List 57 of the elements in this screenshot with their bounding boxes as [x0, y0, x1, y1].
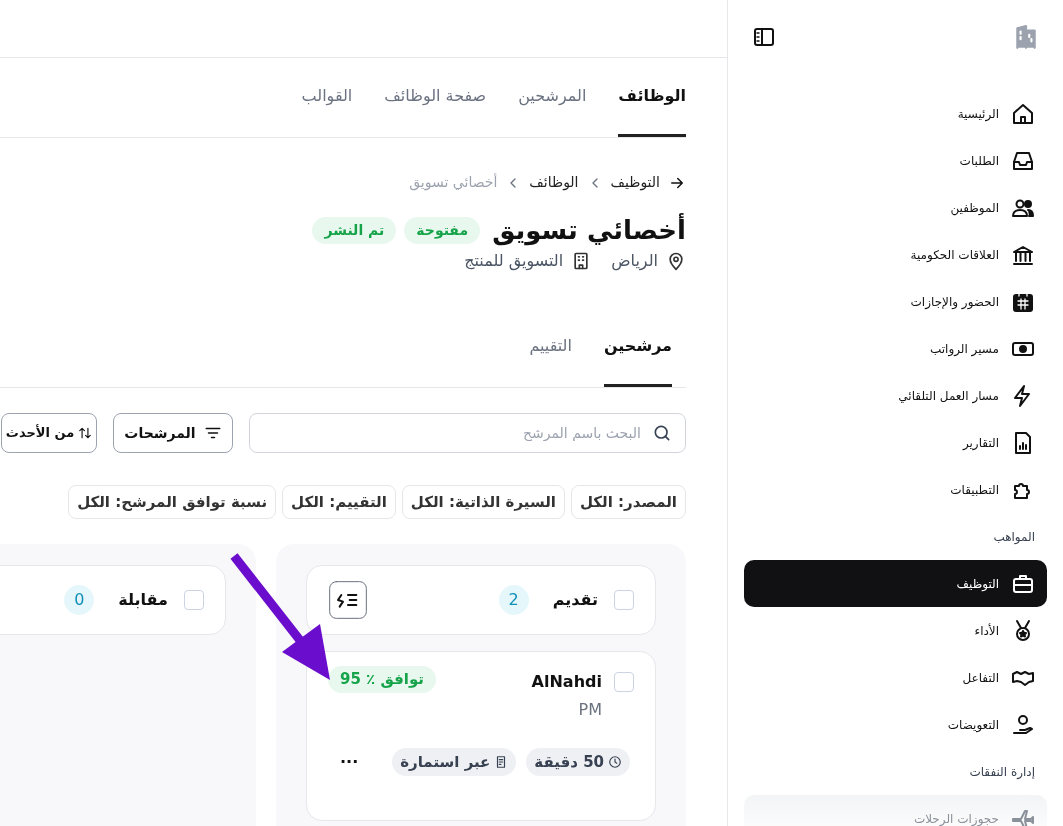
sidebar-toggle-icon: [752, 25, 776, 49]
nav-item[interactable]: التعويضات: [744, 701, 1047, 748]
search-field[interactable]: البحث باسم المرشح: [249, 413, 686, 453]
nav-item[interactable]: التطبيقات: [744, 466, 1047, 513]
more-options-button[interactable]: ...: [340, 750, 359, 774]
nav-item[interactable]: مسار العمل التلقائي: [744, 372, 1047, 419]
clock-icon: [608, 755, 622, 769]
tab[interactable]: المرشحين: [518, 58, 587, 137]
filter-chip[interactable]: نسبة توافق المرشح: الكل: [68, 485, 277, 519]
checkbox[interactable]: [184, 590, 204, 610]
company-logo-icon: [1013, 24, 1039, 50]
home-icon: [1011, 101, 1035, 126]
tab[interactable]: الوظائف: [618, 58, 686, 137]
nav-item[interactable]: مسير الرواتب: [744, 325, 1047, 372]
column-title: تقديم: [552, 589, 598, 611]
nav-item[interactable]: الحضور والإجازات: [744, 278, 1047, 325]
duration-text: 50 دقيقة: [534, 751, 604, 773]
section-heading: المواهب: [992, 528, 1036, 546]
source-text: عبر استمارة: [400, 751, 491, 773]
location-pin-icon: [666, 251, 686, 271]
nav-item[interactable]: التفاعل: [744, 654, 1047, 701]
nav-item[interactable]: العلاقات الحكومية: [744, 231, 1047, 278]
sort-toggle-button[interactable]: [328, 580, 368, 620]
tab[interactable]: القوالب: [301, 58, 353, 137]
filter-chip[interactable]: المصدر: الكل: [570, 485, 686, 519]
nav-item[interactable]: التقارير: [744, 419, 1047, 466]
nav-item[interactable]: الرئيسية: [744, 90, 1047, 137]
job-title: أخصائي تسويق: [492, 213, 686, 247]
sort-icon: [78, 426, 93, 440]
column-title: مقابلة: [118, 589, 168, 611]
filters-button[interactable]: المرشحات: [113, 413, 233, 453]
section-heading: إدارة النفقات: [968, 763, 1036, 781]
match-badge: توافق ٪ 95: [328, 666, 436, 693]
tab[interactable]: مرشحين: [603, 308, 672, 387]
filter-chip[interactable]: السيرة الذاتية: الكل: [401, 485, 565, 519]
nav-item[interactable]: التوظيف: [744, 560, 1047, 607]
nav-item[interactable]: الطلبات: [744, 137, 1047, 184]
search-icon: [652, 423, 672, 443]
location-text: الرياض: [611, 250, 658, 273]
candidate-name: AlNahdi: [531, 672, 602, 692]
breadcrumb-link[interactable]: الوظائف: [529, 172, 579, 193]
candidate-role: PM: [577, 700, 602, 720]
hand-coin-icon: [1011, 712, 1035, 737]
status-badge: تم النشر: [312, 216, 397, 244]
status-badge: مفتوحة: [404, 216, 481, 244]
nav-item[interactable]: الموظفين: [744, 184, 1047, 231]
tab[interactable]: التقييم: [529, 308, 572, 387]
checkbox[interactable]: [614, 590, 634, 610]
sort-button[interactable]: من الأحدث: [1, 413, 97, 453]
filter-chip[interactable]: التقييم: الكل: [282, 485, 396, 519]
nav-item[interactable]: الأداء: [744, 607, 1047, 654]
department-text: التسويق للمنتج: [464, 250, 564, 273]
checkbox[interactable]: [614, 672, 634, 692]
count-badge: 2: [498, 585, 529, 615]
tab[interactable]: صفحة الوظائف: [384, 58, 487, 137]
count-badge: 0: [64, 585, 95, 615]
breadcrumb-link[interactable]: التوظيف: [610, 172, 660, 193]
